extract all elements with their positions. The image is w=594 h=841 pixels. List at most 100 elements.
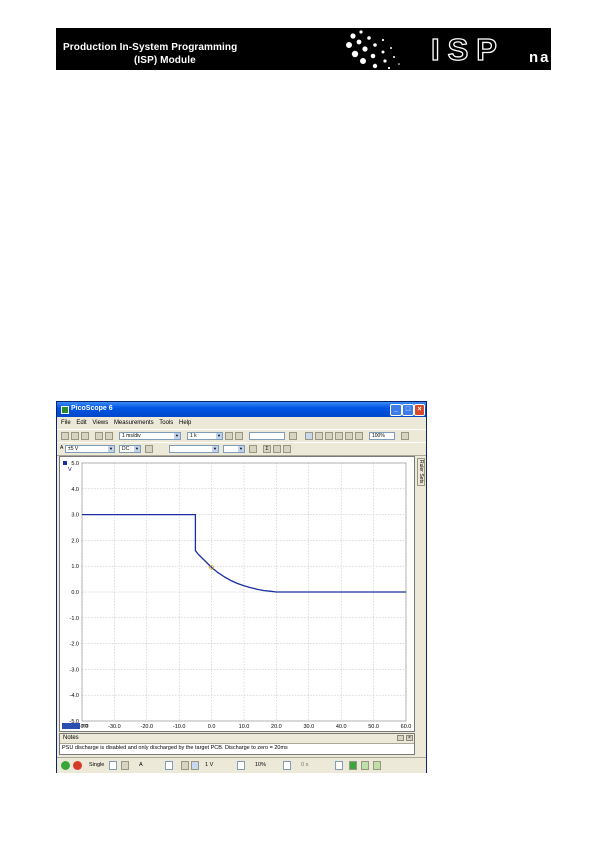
persistence-mode-icon[interactable] xyxy=(71,432,79,440)
measurements-icon[interactable] xyxy=(361,761,369,770)
pointer-tool-icon[interactable] xyxy=(305,432,313,440)
close-button[interactable]: × xyxy=(414,404,425,416)
maximize-button[interactable]: □ xyxy=(402,404,414,416)
banner-title-line2: (ISP) Module xyxy=(134,55,196,66)
capture-settings-icon[interactable] xyxy=(289,432,297,440)
x-tick-label: -10.0 xyxy=(173,724,186,730)
channel-b-coupling-select[interactable]: ▼ xyxy=(223,445,245,453)
reference-waveforms-icon[interactable] xyxy=(273,445,281,453)
dots-logo-icon xyxy=(346,30,400,70)
x-tick-label: 0.0 xyxy=(208,724,216,730)
serial-decoding-icon[interactable] xyxy=(283,445,291,453)
picoscope-window: PicoScope 6 _ □ × File Edit Views Measur… xyxy=(56,401,427,773)
notes-text[interactable]: PSU discharge is disabled and only disch… xyxy=(62,745,288,751)
math-channels-icon[interactable]: Σ xyxy=(263,445,271,453)
product-name: nano xyxy=(529,49,551,66)
menu-views[interactable]: Views xyxy=(92,420,108,426)
delay-value[interactable]: 0 s xyxy=(301,761,308,770)
minimize-button[interactable]: _ xyxy=(390,404,402,416)
delay-spinner[interactable] xyxy=(335,761,343,770)
zoom-in-icon[interactable] xyxy=(325,432,333,440)
x-tick-label: 40.0 xyxy=(336,724,347,730)
menu-edit[interactable]: Edit xyxy=(76,420,86,426)
y-tick-label: 1.0 xyxy=(71,564,79,570)
falling-edge-icon[interactable] xyxy=(191,761,199,770)
x-tick-label: 50.0 xyxy=(368,724,379,730)
stop-icon[interactable] xyxy=(73,761,82,770)
menu-help[interactable]: Help xyxy=(179,420,191,426)
channel-b-options-icon[interactable] xyxy=(249,445,257,453)
timebase-select[interactable]: 1 ms/div ▼ xyxy=(119,432,181,440)
rulers-icon[interactable] xyxy=(349,761,357,770)
ruler-sets-tab[interactable]: Ruler Sets xyxy=(417,458,425,486)
x-tick-label: 60.0 xyxy=(401,724,412,730)
x-tick-label: 30.0 xyxy=(303,724,314,730)
scope-mode-icon[interactable] xyxy=(61,432,69,440)
trigger-threshold-value[interactable]: 1 V xyxy=(205,761,213,770)
y-tick-label: 3.0 xyxy=(71,513,79,519)
x-tick-label: 10.0 xyxy=(239,724,250,730)
y-tick-label: 2.0 xyxy=(71,538,79,544)
menu-measurements[interactable]: Measurements xyxy=(114,420,154,426)
close-icon[interactable]: × xyxy=(406,735,413,741)
y-tick-label: 5.0 xyxy=(71,461,79,467)
header-banner: Production In-System Programming (ISP) M… xyxy=(56,28,551,70)
y-tick-label: -3.0 xyxy=(70,667,79,673)
x-tick-label: -30.0 xyxy=(108,724,121,730)
channel-a-range-value: ±5 V xyxy=(68,446,79,452)
channel-options-icon[interactable] xyxy=(95,432,103,440)
channel-a-range-select[interactable]: ±5 V ▼ xyxy=(65,445,115,453)
zoom-area-icon[interactable] xyxy=(345,432,353,440)
x-axis-scale-box[interactable] xyxy=(62,723,80,729)
coupling-value: DC xyxy=(122,446,130,452)
notes-panel: Notes × PSU discharge is disabled and on… xyxy=(59,733,415,755)
samples-select[interactable]: 1 k ▼ xyxy=(187,432,223,440)
zoom-out-icon[interactable] xyxy=(335,432,343,440)
channel-b-range-select[interactable]: ▼ xyxy=(169,445,219,453)
spectrum-mode-icon[interactable] xyxy=(81,432,89,440)
chevron-down-icon: ▼ xyxy=(212,446,218,452)
start-icon[interactable] xyxy=(61,761,70,770)
hand-tool-icon[interactable] xyxy=(315,432,323,440)
notes-icon[interactable] xyxy=(373,761,381,770)
chevron-down-icon: ▼ xyxy=(238,446,244,452)
channel-a-label: A xyxy=(60,445,64,451)
undo-zoom-icon[interactable] xyxy=(355,432,363,440)
trigger-edge-icon[interactable] xyxy=(121,761,129,770)
threshold-spinner[interactable] xyxy=(237,761,245,770)
pretrigger-spinner[interactable] xyxy=(283,761,291,770)
trigger-mode-dropdown[interactable] xyxy=(109,761,117,770)
trigger-channel-dropdown[interactable] xyxy=(165,761,173,770)
pretrigger-value[interactable]: 10% xyxy=(255,761,266,770)
status-bar: Single A 1 V 10% 0 s xyxy=(57,757,426,773)
pin-icon[interactable] xyxy=(397,735,404,741)
chevron-down-icon: ▼ xyxy=(134,446,140,452)
run-stop-icon[interactable] xyxy=(401,432,409,440)
zoom-level-field[interactable]: 100% xyxy=(369,432,395,440)
menu-bar: File Edit Views Measurements Tools Help xyxy=(57,417,426,429)
samples-down-icon[interactable] xyxy=(235,432,243,440)
notes-header: Notes × xyxy=(60,734,414,744)
timebase-value: 1 ms/div xyxy=(122,433,141,439)
menu-file[interactable]: File xyxy=(61,420,71,426)
scope-view[interactable]: V -40.0 -30.0 -20.0 -10.0 0.0 10.0 20.0 30.0 40.… xyxy=(59,456,415,732)
coupling-select[interactable]: DC ▼ xyxy=(119,445,141,453)
trigger-mode-label: Single xyxy=(89,762,105,768)
banner-title-line1: Production In-System Programming xyxy=(63,42,238,53)
x-tick-label: -20.0 xyxy=(141,724,154,730)
notes-title: Notes xyxy=(63,735,79,741)
samples-value: 1 k xyxy=(190,433,197,439)
capture-count-field[interactable] xyxy=(249,432,285,440)
channel-toolbar: A ±5 V ▼ DC ▼ ▼ ▼ Σ xyxy=(57,442,426,456)
trigger-channel-label: A xyxy=(139,762,143,768)
samples-up-icon[interactable] xyxy=(225,432,233,440)
channel-options-icon[interactable] xyxy=(145,445,153,453)
y-tick-label: -4.0 xyxy=(70,693,79,699)
menu-tools[interactable]: Tools xyxy=(159,420,173,426)
rising-edge-icon[interactable] xyxy=(181,761,189,770)
scope-plot[interactable]: -40.0 -30.0 -20.0 -10.0 0.0 10.0 20.0 30.0 40.0 5… xyxy=(60,457,414,731)
title-bar[interactable]: PicoScope 6 _ □ × xyxy=(57,402,426,417)
signal-generator-icon[interactable] xyxy=(105,432,113,440)
y-tick-label: 0.0 xyxy=(71,590,79,596)
chevron-down-icon: ▼ xyxy=(216,433,222,439)
